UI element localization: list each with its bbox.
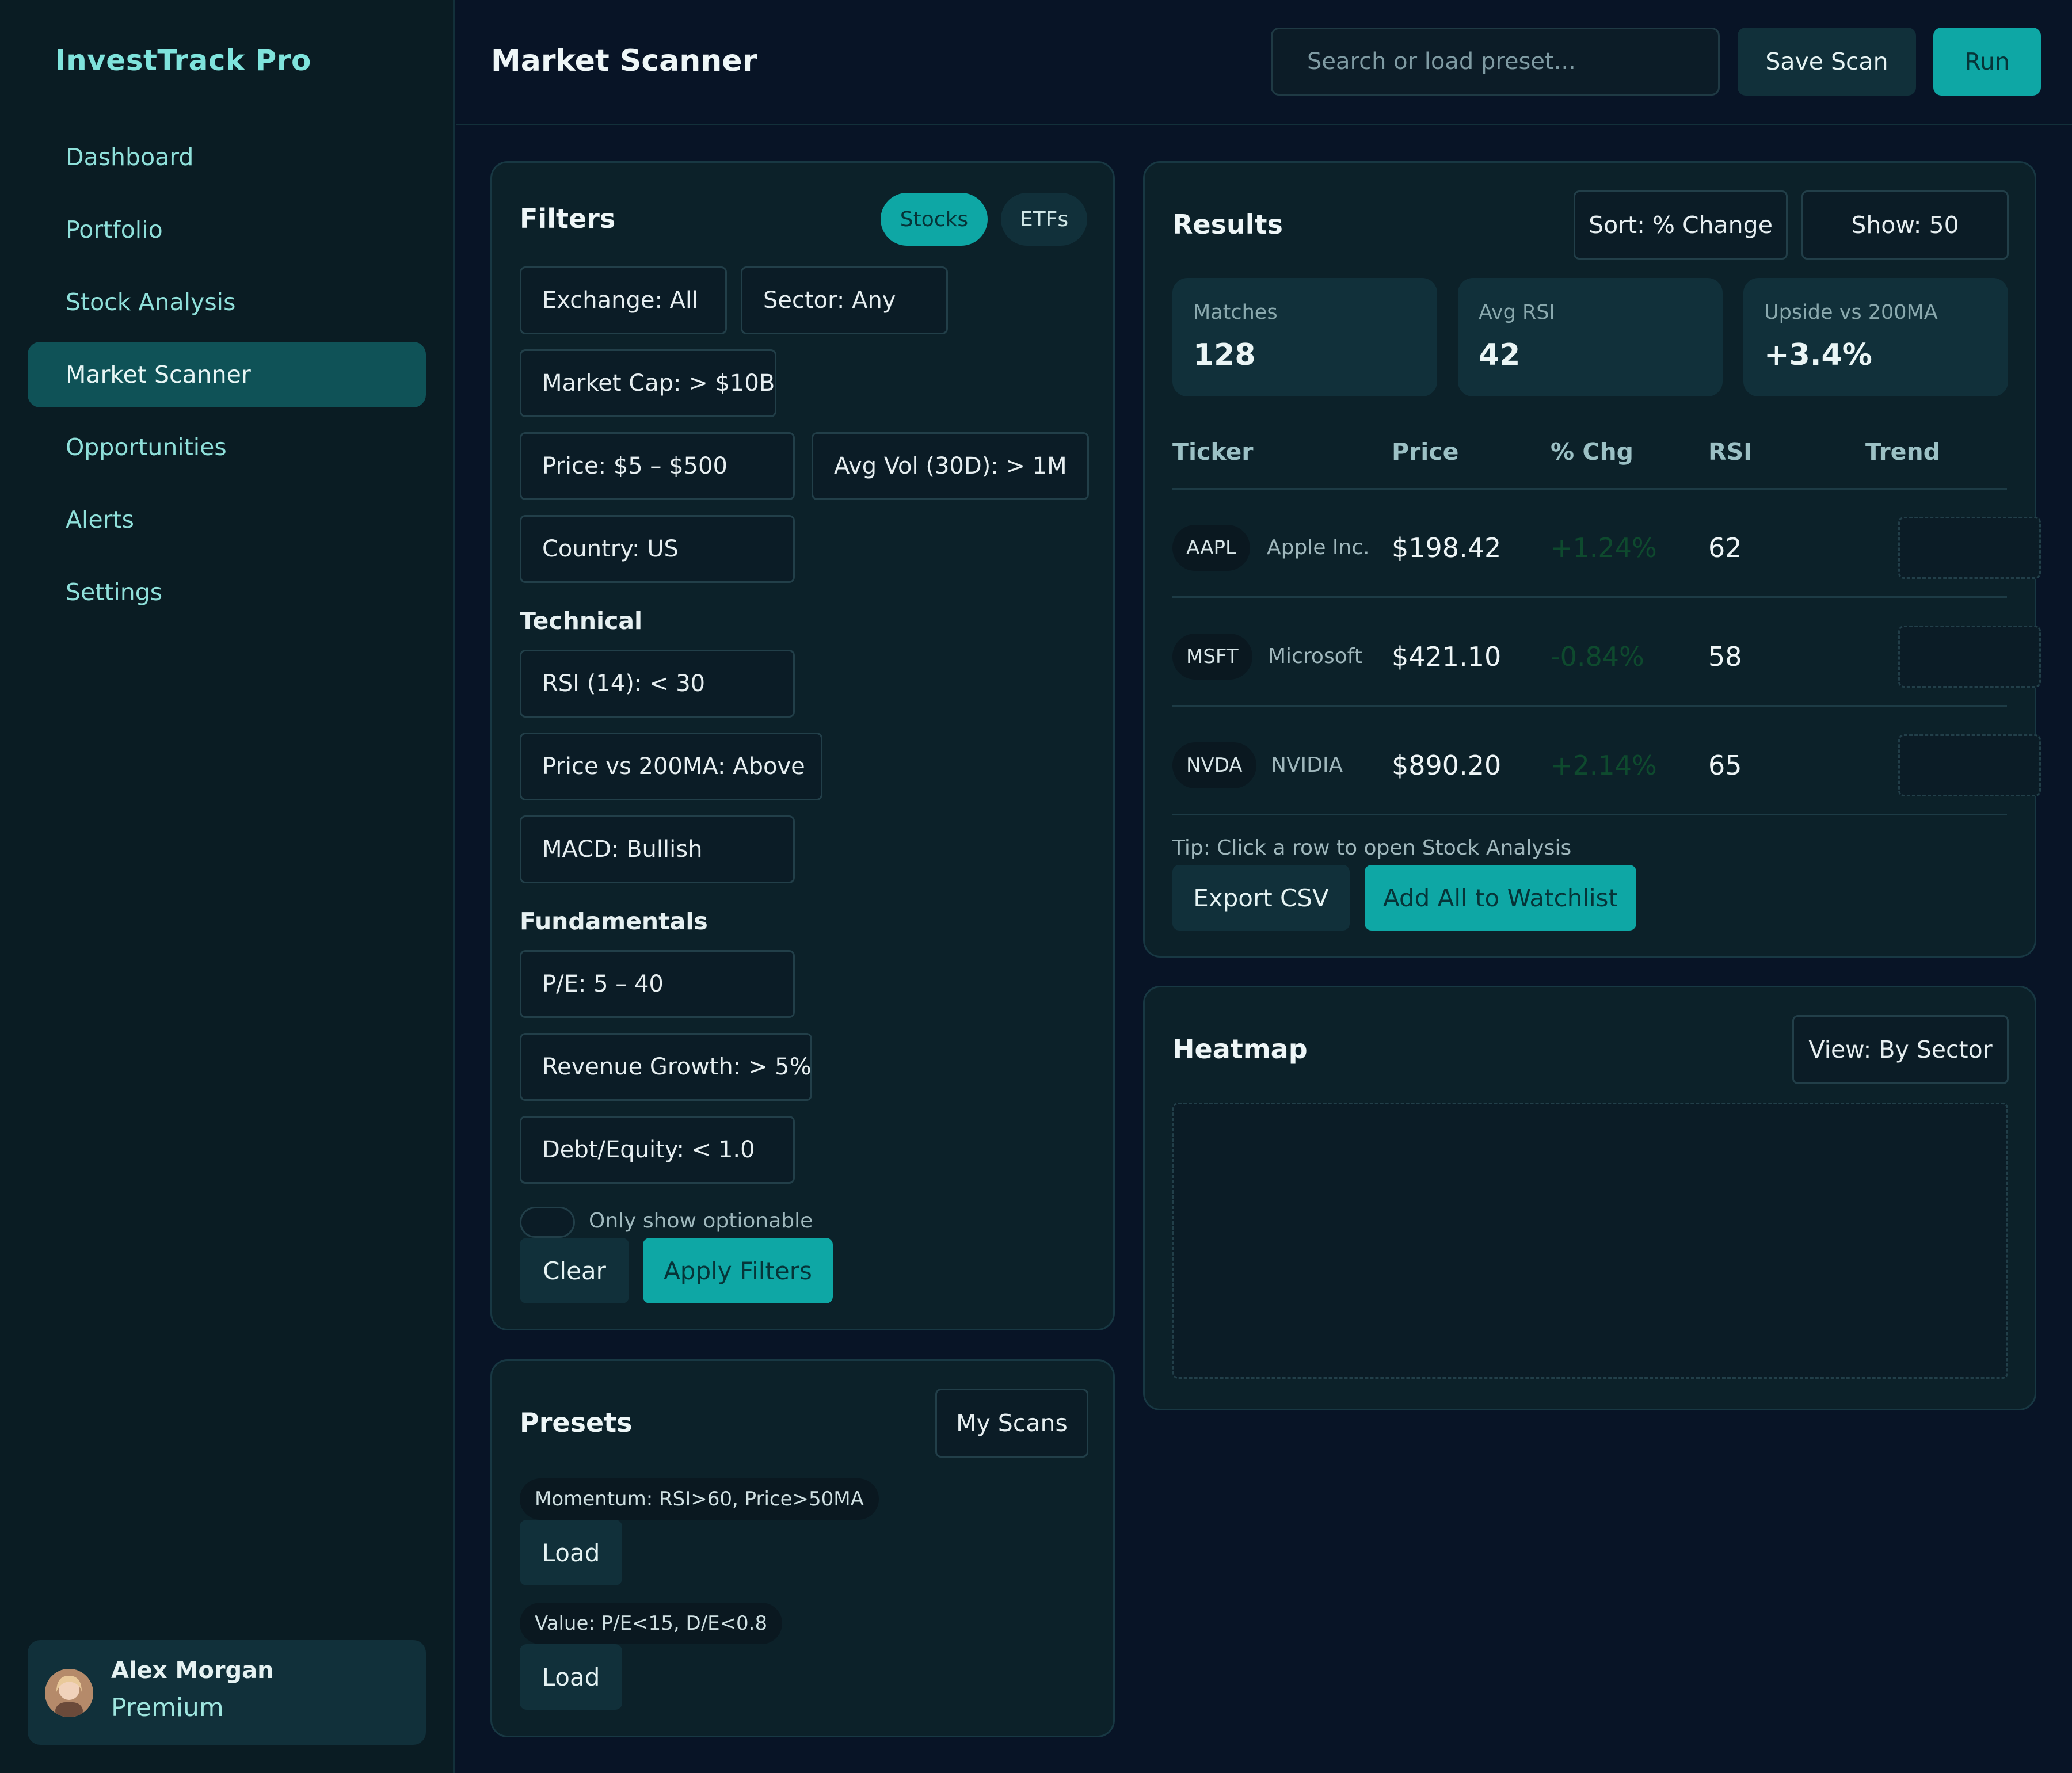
ticker-badge: AAPL [1172,525,1250,571]
apply-filters-button[interactable]: Apply Filters [643,1238,833,1303]
trend-sparkline [1898,517,2041,579]
clear-button[interactable]: Clear [520,1238,629,1303]
stat-upside: Upside vs 200MA +3.4% [1743,278,2008,396]
presets-title: Presets [520,1407,633,1438]
stat-avg-rsi-label: Avg RSI [1479,301,1555,324]
filter-rsi[interactable]: RSI (14): < 30 [520,650,795,718]
company-name: Apple Inc. [1267,536,1370,559]
price-cell: $890.20 [1392,750,1502,781]
stat-upside-label: Upside vs 200MA [1764,301,1938,324]
column-change[interactable]: % Chg [1551,438,1633,466]
preset-momentum: Momentum: RSI>60, Price>50MA [520,1478,879,1520]
results-panel: Results Sort: % Change Show: 50 Matches … [1143,161,2041,958]
trend-sparkline [1898,734,2041,796]
heatmap-panel: Heatmap View: By Sector [1143,986,2036,1410]
results-title: Results [1172,209,1283,240]
rsi-cell: 65 [1708,750,1742,781]
add-all-watchlist-button[interactable]: Add All to Watchlist [1365,865,1636,931]
tab-stocks[interactable]: Stocks [881,193,988,246]
filter-price-vs-200ma[interactable]: Price vs 200MA: Above [520,733,822,800]
filter-price[interactable]: Price: $5 – $500 [520,432,795,500]
row-divider [1172,814,2007,815]
change-cell: +1.24% [1551,532,1657,563]
filter-market-cap[interactable]: Market Cap: > $10B [520,349,776,417]
sidebar-item-portfolio[interactable]: Portfolio [28,197,426,262]
sort-select[interactable]: Sort: % Change [1574,190,1788,260]
my-scans-button[interactable]: My Scans [935,1389,1088,1458]
brand-logo: InvestTrack Pro [55,44,311,77]
filter-avg-volume[interactable]: Avg Vol (30D): > 1M [812,432,1089,500]
filter-revenue-growth[interactable]: Revenue Growth: > 5% [520,1033,812,1101]
avatar [45,1669,93,1717]
column-ticker[interactable]: Ticker [1172,438,1254,466]
save-scan-button[interactable]: Save Scan [1738,28,1916,96]
sidebar-item-alerts[interactable]: Alerts [28,487,426,552]
optionable-label: Only show optionable [589,1209,813,1233]
trend-sparkline [1898,626,2041,688]
optionable-toggle[interactable] [520,1207,575,1238]
sidebar-item-market-scanner[interactable]: Market Scanner [28,342,426,407]
price-cell: $198.42 [1392,532,1502,563]
user-card[interactable]: Alex Morgan Premium [28,1640,426,1745]
search-input[interactable]: Search or load preset... [1271,28,1720,96]
fundamentals-label: Fundamentals [520,908,708,935]
filter-debt-equity[interactable]: Debt/Equity: < 1.0 [520,1116,795,1184]
filter-macd[interactable]: MACD: Bullish [520,815,795,883]
filters-panel: Filters Stocks ETFs Exchange: All Sector… [490,161,1115,1330]
load-value-button[interactable]: Load [520,1644,622,1710]
rsi-cell: 62 [1708,532,1742,563]
stat-avg-rsi: Avg RSI 42 [1458,278,1723,396]
stat-avg-rsi-value: 42 [1479,338,1521,372]
user-plan: Premium [111,1693,224,1722]
technical-label: Technical [520,607,643,635]
heatmap-view-select[interactable]: View: By Sector [1792,1015,2009,1084]
run-button[interactable]: Run [1933,28,2041,96]
company-name: NVIDIA [1271,753,1343,777]
sidebar: InvestTrack Pro Dashboard Portfolio Stoc… [0,0,455,1773]
filter-country[interactable]: Country: US [520,515,795,583]
stat-matches: Matches 128 [1172,278,1437,396]
load-momentum-button[interactable]: Load [520,1520,622,1585]
show-count-select[interactable]: Show: 50 [1801,190,2009,260]
column-price[interactable]: Price [1392,438,1458,466]
column-rsi[interactable]: RSI [1708,438,1752,466]
row-divider [1172,596,2007,598]
results-tip: Tip: Click a row to open Stock Analysis [1172,836,1572,860]
sidebar-item-stock-analysis[interactable]: Stock Analysis [28,269,426,335]
rsi-cell: 58 [1708,641,1742,672]
export-csv-button[interactable]: Export CSV [1172,865,1350,931]
tab-etfs[interactable]: ETFs [1001,193,1087,246]
user-name: Alex Morgan [111,1657,274,1684]
stat-upside-value: +3.4% [1764,338,1872,372]
filter-exchange[interactable]: Exchange: All [520,266,727,334]
sidebar-item-opportunities[interactable]: Opportunities [28,414,426,480]
presets-panel: Presets My Scans Momentum: RSI>60, Price… [490,1359,1115,1737]
page-title: Market Scanner [491,44,757,78]
row-divider [1172,705,2007,707]
company-name: Microsoft [1268,645,1362,668]
ticker-badge: MSFT [1172,634,1252,680]
filter-pe[interactable]: P/E: 5 – 40 [520,950,795,1018]
change-cell: -0.84% [1551,641,1644,672]
table-header-divider [1172,488,2007,490]
sidebar-item-settings[interactable]: Settings [28,559,426,625]
stat-matches-label: Matches [1193,301,1278,324]
heatmap-canvas[interactable] [1172,1103,2008,1379]
price-cell: $421.10 [1392,641,1502,672]
filters-title: Filters [520,203,616,234]
ticker-badge: NVDA [1172,742,1256,788]
topbar: Market Scanner Search or load preset... … [456,0,2072,125]
preset-value: Value: P/E<15, D/E<0.8 [520,1603,783,1644]
filter-sector[interactable]: Sector: Any [741,266,948,334]
stat-matches-value: 128 [1193,338,1256,372]
change-cell: +2.14% [1551,750,1657,781]
heatmap-title: Heatmap [1172,1034,1308,1065]
sidebar-item-dashboard[interactable]: Dashboard [28,124,426,190]
column-trend[interactable]: Trend [1865,438,1940,466]
